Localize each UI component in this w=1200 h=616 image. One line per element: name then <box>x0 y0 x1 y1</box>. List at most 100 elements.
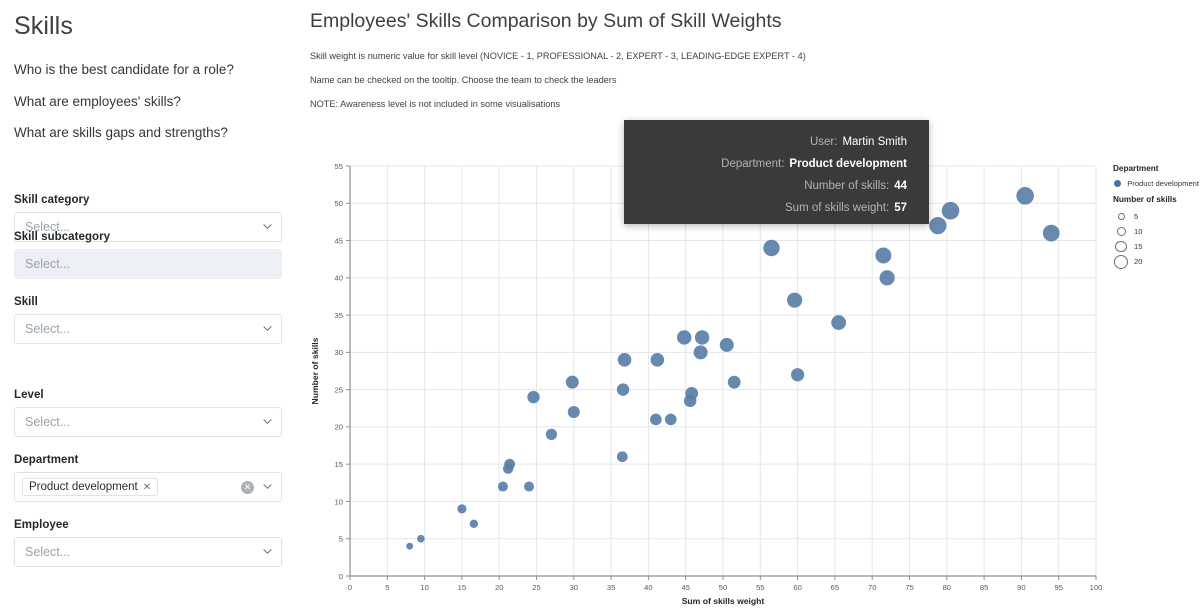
x-tick-label: 15 <box>458 583 466 592</box>
grid-lines <box>350 165 1097 576</box>
legend-color-label: Product development <box>1127 179 1199 188</box>
chart-tooltip: User: Martin Smith Department: Product d… <box>624 120 929 224</box>
scatter-point[interactable] <box>497 481 508 492</box>
scatter-series <box>406 187 1060 550</box>
scatter-point[interactable] <box>650 413 662 426</box>
x-tick-label: 70 <box>868 583 876 592</box>
x-tick-label: 80 <box>943 583 951 592</box>
legend-color-items: Product development <box>1113 176 1199 191</box>
scatter-point[interactable] <box>831 315 847 330</box>
legend-size-circle <box>1113 240 1129 253</box>
scatter-point[interactable] <box>457 504 467 514</box>
tooltip-value-number-of-skills: 44 <box>894 180 907 192</box>
scatter-point[interactable] <box>875 247 892 264</box>
scatter-point[interactable] <box>567 406 580 418</box>
legend-size-circle <box>1113 227 1129 236</box>
x-tick-label: 35 <box>607 583 615 592</box>
scatter-point[interactable] <box>941 201 960 220</box>
tooltip-row-number-of-skills: Number of skills: 44 <box>624 175 907 197</box>
tooltip-row-user: User: Martin Smith <box>624 131 907 153</box>
scatter-plot-svg: 0 5 10 15 20 25 30 35 40 45 50 55 0 5 10 15 20 25 30 35 40 45… <box>310 162 1103 606</box>
scatter-point[interactable] <box>763 239 780 257</box>
tooltip-key-number-of-skills: Number of skills: <box>804 180 890 192</box>
x-tick-label: 5 <box>385 583 389 592</box>
scatter-point[interactable] <box>524 481 535 492</box>
scatter-point[interactable] <box>650 353 665 367</box>
legend-size-circle <box>1113 254 1129 269</box>
tooltip-key-department: Department: <box>721 158 785 170</box>
scatter-point[interactable] <box>1042 224 1060 242</box>
legend-color-item[interactable]: Product development <box>1113 176 1199 191</box>
x-tick-label: 55 <box>756 583 764 592</box>
scatter-point[interactable] <box>791 368 805 382</box>
legend-size-label: 10 <box>1134 227 1143 236</box>
scatter-point[interactable] <box>616 383 630 396</box>
scatter-point[interactable] <box>545 428 558 440</box>
y-tick-label: 55 <box>335 162 343 171</box>
y-tick-label: 30 <box>335 348 343 357</box>
scatter-point[interactable] <box>719 337 734 352</box>
y-tick-label: 10 <box>335 497 343 506</box>
x-tick-label: 45 <box>681 583 689 592</box>
tooltip-row-department: Department: Product development <box>624 153 907 175</box>
x-tick-label: 100 <box>1090 583 1103 592</box>
x-tick-label: 0 <box>348 583 352 592</box>
scatter-point[interactable] <box>406 542 414 550</box>
tooltip-key-user: User: <box>809 136 838 148</box>
x-tick-label: 10 <box>420 583 428 592</box>
tooltip-value-sum-of-skills-weight: 57 <box>894 202 907 214</box>
scatter-plot[interactable]: 0 5 10 15 20 25 30 35 40 45 50 55 0 5 10 15 20 25 30 35 40 45… <box>0 0 1200 616</box>
x-tick-label: 75 <box>905 583 913 592</box>
scatter-point[interactable] <box>1016 187 1034 205</box>
scatter-point[interactable] <box>617 353 632 367</box>
scatter-point[interactable] <box>694 330 710 345</box>
legend-size-item[interactable]: 5 <box>1113 209 1199 224</box>
x-tick-label: 20 <box>495 583 503 592</box>
scatter-point[interactable] <box>787 292 803 308</box>
legend-size-item[interactable]: 10 <box>1113 224 1199 239</box>
scatter-point[interactable] <box>664 413 677 426</box>
scatter-point[interactable] <box>504 458 516 470</box>
legend-title-department: Department <box>1113 164 1159 173</box>
scatter-point[interactable] <box>677 330 692 345</box>
tooltip-key-sum-of-skills-weight: Sum of skills weight: <box>785 202 890 214</box>
x-tick-label: 60 <box>793 583 801 592</box>
scatter-point[interactable] <box>565 375 579 389</box>
legend-size-label: 5 <box>1134 212 1139 221</box>
y-tick-label: 40 <box>335 274 343 283</box>
y-tick-label: 15 <box>335 460 343 469</box>
tooltip-row-sum-of-skills-weight: Sum of skills weight: 57 <box>624 197 907 219</box>
x-tick-label: 85 <box>980 583 988 592</box>
scatter-point[interactable] <box>879 270 895 286</box>
x-tick-label: 95 <box>1054 583 1062 592</box>
scatter-point[interactable] <box>727 375 741 389</box>
scatter-point[interactable] <box>693 345 708 360</box>
scatter-point[interactable] <box>417 534 425 543</box>
y-tick-label: 20 <box>335 423 343 432</box>
legend-size-item[interactable]: 20 <box>1113 254 1199 269</box>
y-tick-label: 5 <box>339 535 343 544</box>
x-tick-label: 30 <box>570 583 578 592</box>
legend-size-items: 5 10 15 20 <box>1113 209 1199 269</box>
y-tick-label: 45 <box>335 236 343 245</box>
y-tick-label: 25 <box>335 385 343 394</box>
legend-size-circle <box>1113 213 1129 220</box>
scatter-point[interactable] <box>929 217 947 235</box>
x-tick-label: 65 <box>831 583 839 592</box>
scatter-point[interactable] <box>469 519 479 529</box>
chart-legend: Department Product development Number of… <box>1113 164 1199 269</box>
x-axis-title: Sum of skills weight <box>682 596 765 606</box>
y-tick-label: 50 <box>335 199 343 208</box>
legend-size-label: 15 <box>1134 242 1143 251</box>
scatter-point[interactable] <box>685 386 699 400</box>
y-tick-label: 35 <box>335 311 343 320</box>
legend-size-item[interactable]: 15 <box>1113 239 1199 254</box>
x-tick-label: 50 <box>719 583 727 592</box>
tooltip-value-user: Martin Smith <box>842 136 907 148</box>
x-tick-label: 90 <box>1017 583 1025 592</box>
y-tick-label: 0 <box>339 572 343 581</box>
scatter-point[interactable] <box>527 390 540 404</box>
scatter-point[interactable] <box>616 451 628 463</box>
tooltip-value-department: Product development <box>789 158 907 170</box>
x-tick-label: 40 <box>644 583 652 592</box>
